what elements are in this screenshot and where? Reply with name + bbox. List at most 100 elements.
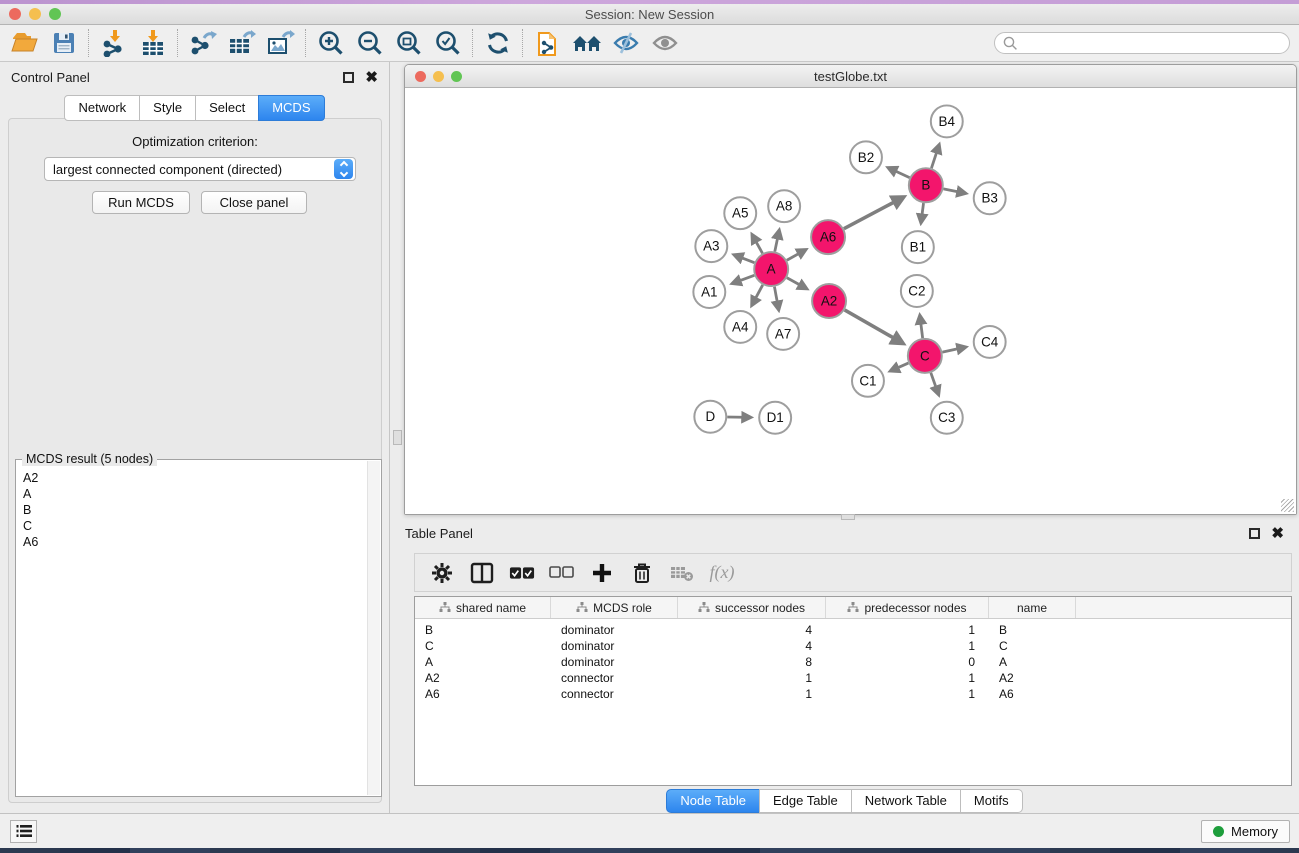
table-cell[interactable]: connector [551,687,678,701]
edge-A-A6[interactable] [787,250,806,260]
tab-select[interactable]: Select [195,95,259,121]
show-graphics-details-button[interactable] [645,27,684,59]
table-cell[interactable]: C [415,639,551,653]
table-cell[interactable]: A [989,655,1076,669]
add-column-button[interactable] [589,560,615,586]
table-cell[interactable]: 1 [826,623,989,637]
mcds-result-list[interactable]: A2ABCA6 [17,461,367,795]
mcds-result-item[interactable]: A6 [23,534,367,550]
edge-A-A1[interactable] [733,275,755,283]
network-view-window[interactable]: testGlobe.txt B4B2BB3A5A8A6A3B1AA1C2A2A4… [404,64,1297,515]
task-history-button[interactable] [10,820,37,843]
node-D1[interactable]: D1 [759,402,791,434]
table-row[interactable]: Cdominator41C [415,638,1291,654]
node-A5[interactable]: A5 [724,197,756,229]
edge-B-B2[interactable] [889,168,910,178]
column-header-predecessor-nodes[interactable]: predecessor nodes [826,597,989,618]
deselect-all-button[interactable] [549,560,575,586]
main-titlebar[interactable]: Session: New Session [0,4,1299,25]
close-panel-icon[interactable]: ✖ [365,72,378,83]
tab-network-table[interactable]: Network Table [851,789,961,813]
refresh-button[interactable] [478,27,517,59]
tab-edge-table[interactable]: Edge Table [759,789,852,813]
import-network-button[interactable] [94,27,133,59]
node-table[interactable]: shared nameMCDS rolesuccessor nodesprede… [414,596,1292,786]
column-settings-button[interactable] [429,560,455,586]
table-cell[interactable]: 1 [826,639,989,653]
edge-A6-B[interactable] [844,197,903,228]
node-C[interactable]: C [908,339,942,373]
table-cell[interactable]: 0 [826,655,989,669]
search-field[interactable] [994,32,1290,54]
delete-column-button[interactable] [629,560,655,586]
edge-A-A5[interactable] [752,235,762,253]
node-A4[interactable]: A4 [724,311,756,343]
mcds-result-item[interactable]: C [23,518,367,534]
edge-B-B4[interactable] [931,145,939,168]
node-B[interactable]: B [909,168,943,202]
column-header-MCDS-role[interactable]: MCDS role [551,597,678,618]
node-B4[interactable]: B4 [931,105,963,137]
node-B3[interactable]: B3 [974,182,1006,214]
node-A6[interactable]: A6 [811,220,845,254]
hide-graphics-details-button[interactable] [606,27,645,59]
edge-C-C1[interactable] [891,363,909,371]
table-cell[interactable]: 4 [678,639,826,653]
table-cell[interactable]: A2 [989,671,1076,685]
table-cell[interactable]: connector [551,671,678,685]
export-network-button[interactable] [183,27,222,59]
column-header-shared-name[interactable]: shared name [415,597,551,618]
node-C2[interactable]: C2 [901,275,933,307]
table-cell[interactable]: C [989,639,1076,653]
split-table-button[interactable] [469,560,495,586]
mcds-result-item[interactable]: A2 [23,470,367,486]
node-A3[interactable]: A3 [695,230,727,262]
criterion-dropdown[interactable]: largest connected component (directed) [44,157,356,181]
table-row[interactable]: Bdominator41B [415,622,1291,638]
zoom-out-button[interactable] [350,27,389,59]
mcds-result-item[interactable]: B [23,502,367,518]
new-network-from-selection-button[interactable] [528,27,567,59]
edge-A-A7[interactable] [774,287,778,310]
tab-mcds[interactable]: MCDS [258,95,324,121]
node-B2[interactable]: B2 [850,141,882,173]
edge-B-B1[interactable] [921,203,923,222]
node-C1[interactable]: C1 [852,365,884,397]
node-C3[interactable]: C3 [931,402,963,434]
zoom-fit-button[interactable] [389,27,428,59]
table-cell[interactable]: dominator [551,655,678,669]
home-layout-button[interactable] [567,27,606,59]
memory-button[interactable]: Memory [1201,820,1290,843]
edge-B-B3[interactable] [943,189,965,193]
export-image-button[interactable] [261,27,300,59]
table-cell[interactable]: A2 [415,671,551,685]
float-table-panel-icon[interactable] [1249,528,1260,539]
table-row[interactable]: A6connector11A6 [415,686,1291,702]
delete-table-button[interactable] [669,560,695,586]
edge-A-A2[interactable] [787,278,806,289]
node-A1[interactable]: A1 [693,276,725,308]
search-input[interactable] [1022,34,1289,52]
edge-C-C4[interactable] [942,347,965,352]
zoom-in-button[interactable] [311,27,350,59]
import-table-button[interactable] [133,27,172,59]
table-cell[interactable]: 1 [678,687,826,701]
table-cell[interactable]: 8 [678,655,826,669]
close-panel-button[interactable]: Close panel [201,191,307,214]
table-cell[interactable]: A6 [415,687,551,701]
edge-A-A8[interactable] [775,231,779,252]
network-window-titlebar[interactable]: testGlobe.txt [405,65,1296,88]
float-panel-icon[interactable] [343,72,354,83]
export-table-button[interactable] [222,27,261,59]
tab-network[interactable]: Network [64,95,140,121]
table-cell[interactable]: dominator [551,639,678,653]
node-A2[interactable]: A2 [812,284,846,318]
table-cell[interactable]: A [415,655,551,669]
function-builder-button[interactable]: f(x) [709,560,735,586]
edge-C-C3[interactable] [931,373,939,394]
close-table-panel-icon[interactable]: ✖ [1271,528,1284,539]
table-row[interactable]: Adominator80A [415,654,1291,670]
edge-A-A4[interactable] [752,285,763,305]
table-row[interactable]: A2connector11A2 [415,670,1291,686]
open-session-button[interactable] [5,27,44,59]
